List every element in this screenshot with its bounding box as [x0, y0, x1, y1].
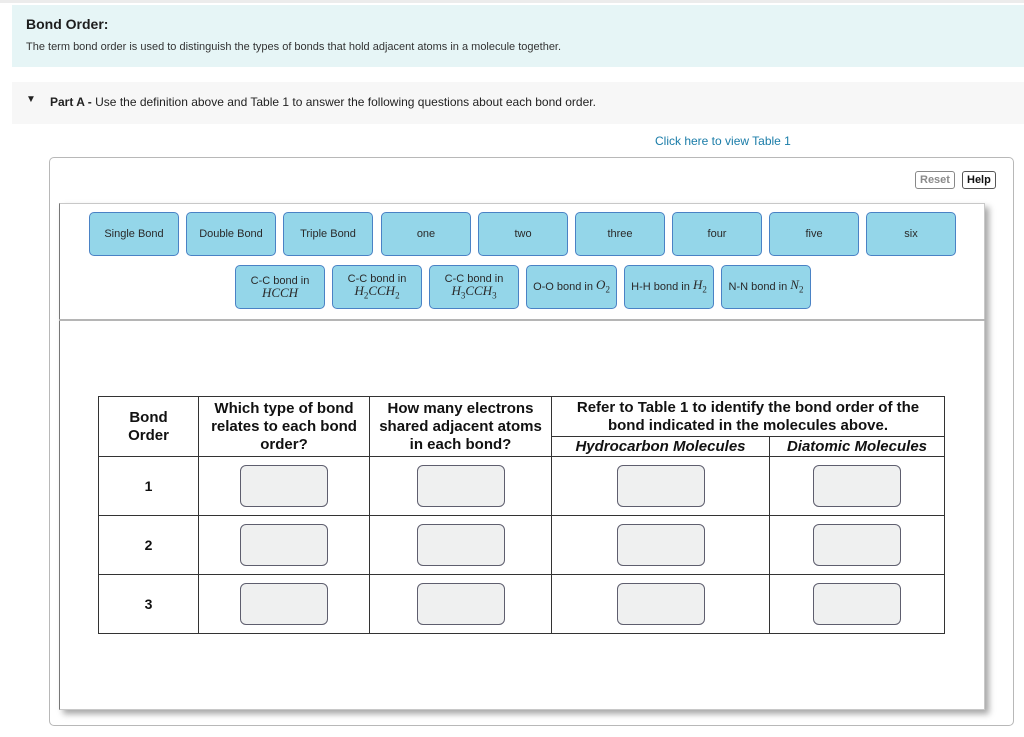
- intro-title: Bond Order:: [26, 16, 109, 32]
- chip-cc-h2cch2[interactable]: C-C bond in H2CCH2: [332, 265, 422, 309]
- caret-down-icon[interactable]: ▼: [26, 94, 36, 105]
- chip-label: Double Bond: [199, 228, 263, 240]
- intro-text: The term bond order is used to distingui…: [26, 41, 562, 53]
- drop-target-diatomic-1[interactable]: [813, 465, 901, 507]
- chip-label: H-H bond in: [631, 281, 690, 293]
- chip-three[interactable]: three: [575, 212, 665, 256]
- chip-label: O-O bond in: [533, 281, 593, 293]
- formula-subscript: 2: [363, 290, 369, 301]
- chip-formula: HCCH: [261, 285, 299, 300]
- drop-target-hydrocarbon-3[interactable]: [616, 583, 705, 625]
- chip-formula: N2: [790, 276, 804, 295]
- table-row: 2: [98, 515, 945, 575]
- chip-cc-hcch[interactable]: C-C bond in HCCH: [235, 265, 325, 309]
- chip-label: one: [416, 228, 436, 240]
- chip-label: Single Bond: [104, 228, 164, 240]
- part-a-prompt: Use the definition above and Table 1 to …: [95, 95, 596, 109]
- row-bond-order: 3: [98, 574, 199, 634]
- row-bond-order: 1: [98, 456, 199, 516]
- formula-subscript: 2: [798, 284, 804, 295]
- header-bond-type: Which type of bond relates to each bond …: [198, 396, 370, 457]
- help-button[interactable]: Help: [962, 171, 996, 189]
- chip-label: four: [707, 228, 727, 240]
- chip-six[interactable]: six: [866, 212, 956, 256]
- drop-target-type-2[interactable]: [240, 524, 328, 566]
- chip-cc-h3cch3[interactable]: C-C bond in H3CCH3: [429, 265, 519, 309]
- reset-button[interactable]: Reset: [915, 171, 955, 189]
- drop-target-hydrocarbon-1[interactable]: [616, 465, 705, 507]
- chip-triple-bond[interactable]: Triple Bond: [283, 212, 373, 256]
- part-a-text: Part A - Use the definition above and Ta…: [50, 95, 596, 109]
- answer-table: Bond Order Which type of bond relates to…: [98, 396, 945, 634]
- part-a-header[interactable]: ▼ Part A - Use the definition above and …: [12, 82, 1024, 124]
- chip-formula: H2CCH2: [354, 282, 400, 301]
- chip-formula: H2: [692, 276, 707, 295]
- chip-nn-n2[interactable]: N-N bond in N2: [721, 265, 811, 309]
- drop-target-diatomic-3[interactable]: [813, 583, 901, 625]
- chip-single-bond[interactable]: Single Bond: [89, 212, 179, 256]
- header-refer: Refer to Table 1 to identify the bond or…: [551, 396, 945, 437]
- chip-label: two: [514, 228, 532, 240]
- chip-bank-divider: [59, 319, 985, 321]
- chip-four[interactable]: four: [672, 212, 762, 256]
- header-bond-order: Bond Order: [98, 396, 199, 457]
- chip-label: five: [805, 228, 823, 240]
- intro-panel: Bond Order: The term bond order is used …: [12, 5, 1024, 67]
- formula-subscript: 3: [492, 290, 497, 301]
- table-row: 3: [98, 574, 945, 634]
- formula-subscript: 2: [395, 290, 400, 301]
- drop-target-diatomic-2[interactable]: [813, 524, 901, 566]
- chip-label: Triple Bond: [300, 228, 356, 240]
- chip-five[interactable]: five: [769, 212, 859, 256]
- chip-formula: H3CCH3: [451, 282, 497, 301]
- chip-label: three: [607, 228, 633, 240]
- header-electrons: How many electrons shared adjacent atoms…: [369, 396, 552, 457]
- chip-oo-o2[interactable]: O-O bond in O2: [526, 265, 617, 309]
- drop-target-hydrocarbon-2[interactable]: [616, 524, 705, 566]
- drop-target-electrons-1[interactable]: [416, 465, 505, 507]
- view-table-link[interactable]: Click here to view Table 1: [655, 134, 791, 148]
- chip-formula: O2: [596, 276, 610, 295]
- drop-target-type-3[interactable]: [240, 583, 328, 625]
- header-diatomic: Diatomic Molecules: [769, 436, 945, 457]
- chip-label: six: [904, 228, 918, 240]
- formula-subscript: 3: [460, 290, 466, 301]
- header-hydrocarbon: Hydrocarbon Molecules: [551, 436, 770, 457]
- part-a-label: Part A -: [50, 95, 92, 109]
- drop-target-electrons-3[interactable]: [416, 583, 505, 625]
- top-border: [0, 0, 1024, 3]
- formula-subscript: 2: [702, 284, 707, 295]
- chip-double-bond[interactable]: Double Bond: [186, 212, 276, 256]
- row-bond-order: 2: [98, 515, 199, 575]
- chip-two[interactable]: two: [478, 212, 568, 256]
- drop-target-type-1[interactable]: [240, 465, 328, 507]
- table-row: 1: [98, 456, 945, 516]
- chip-hh-h2[interactable]: H-H bond in H2: [624, 265, 714, 309]
- drop-target-electrons-2[interactable]: [416, 524, 505, 566]
- chip-label: N-N bond in: [728, 281, 788, 293]
- formula-subscript: 2: [605, 284, 610, 295]
- chip-one[interactable]: one: [381, 212, 471, 256]
